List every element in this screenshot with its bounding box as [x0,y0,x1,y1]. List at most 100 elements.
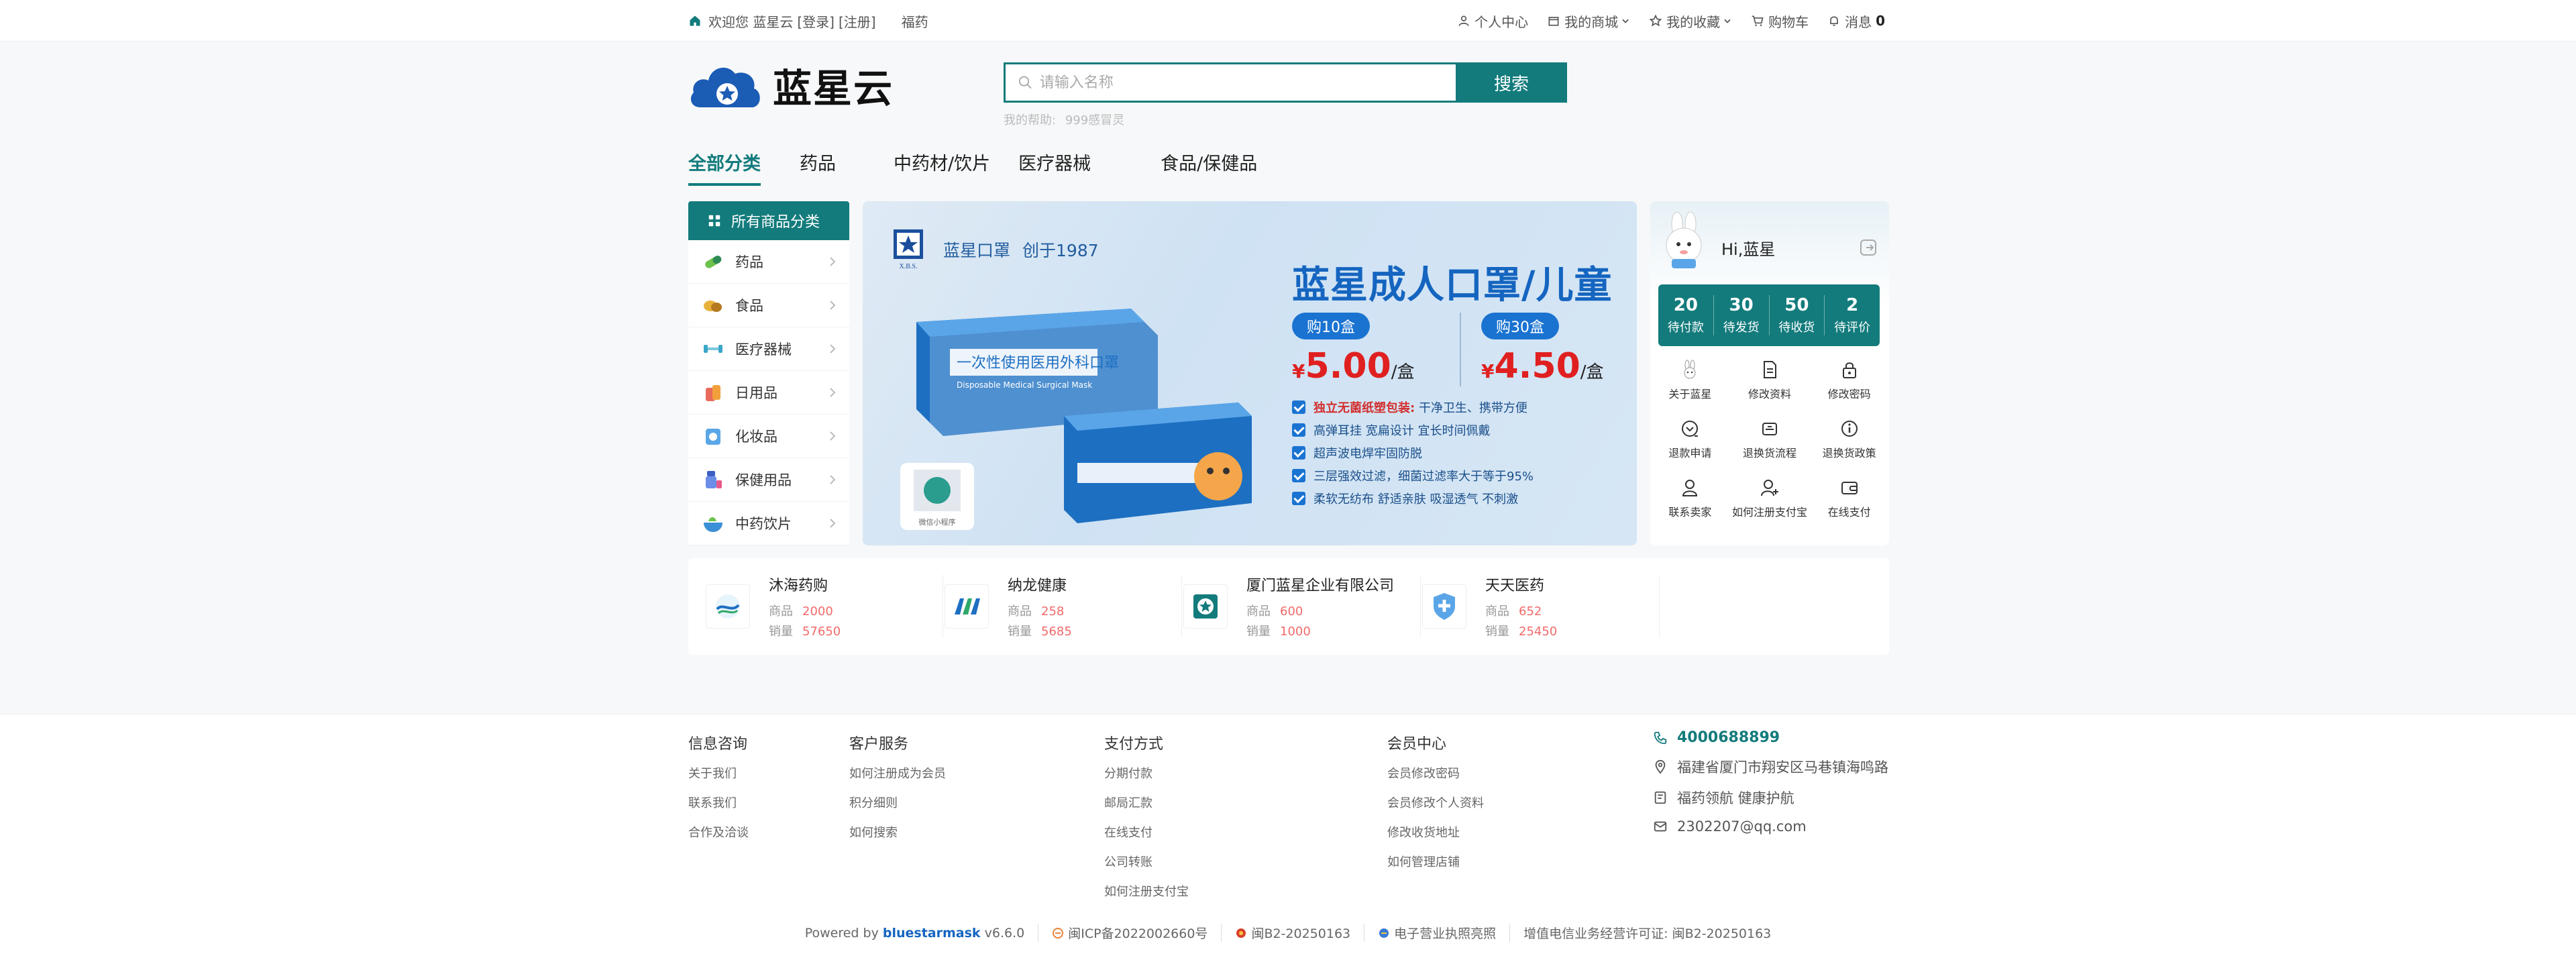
category-label: 保健用品 [735,472,792,488]
my-mall-dropdown[interactable]: 我的商城 [1547,11,1630,31]
logout-icon[interactable] [1860,239,1877,256]
checkbox-icon [1292,446,1305,460]
footer-link[interactable]: 修改收货地址 [1387,823,1484,841]
footer-link[interactable]: 联系我们 [688,794,749,811]
link-about-bluestar[interactable]: 关于蓝星 [1650,360,1730,401]
shop-logo [706,584,750,629]
footer-link[interactable]: 会员修改密码 [1387,764,1484,782]
stat-label: 待发货 [1723,321,1760,335]
shop-goods-label: 商品 [1246,604,1271,619]
shop-sales-label: 销量 [769,625,793,639]
category-label: 日用品 [735,385,777,401]
link-return-policy[interactable]: 退换货政策 [1809,419,1889,460]
tab-food-health[interactable]: 食品/保健品 [1161,149,1257,183]
footer-phone[interactable]: 4000688899 [1653,729,1888,746]
footer-email[interactable]: 2302207@qq.com [1653,818,1888,835]
category-item-herbal-pieces[interactable]: 中药饮片 [688,502,849,545]
site-logo[interactable]: 蓝星云 [688,56,903,114]
search-button[interactable]: 搜索 [1456,62,1567,103]
footer-col-title: 会员中心 [1387,736,1447,753]
footer-col-title: 信息咨询 [688,736,748,753]
footer-link[interactable]: 积分细则 [849,794,946,811]
link-refund-request[interactable]: 退款申请 [1650,419,1730,460]
checkbox-icon [1292,469,1305,482]
search-hint-keyword[interactable]: 999感冒灵 [1065,113,1124,127]
promo-banner[interactable]: X.B.S. 蓝星口罩 创于1987 一次性使用医用外科口罩 Disposable… [863,201,1637,545]
tab-medical-devices[interactable]: 医疗器械 [1018,149,1091,183]
footer-link[interactable]: 如何注册成为会员 [849,764,946,782]
stat-pending-receipt[interactable]: 50 待收货 [1770,295,1825,335]
license-badge-icon [1379,928,1389,938]
business-license[interactable]: 电子营业执照亮照 [1364,924,1496,942]
shop-name[interactable]: 天天医药 [1485,574,1557,595]
footer-link[interactable]: 在线支付 [1104,823,1189,841]
footer-link[interactable]: 合作及洽谈 [688,823,749,841]
my-favorites-dropdown[interactable]: 我的收藏 [1649,11,1732,31]
login-link[interactable]: [登录] [797,11,835,31]
link-register-alipay[interactable]: 如何注册支付宝 [1730,478,1810,519]
link-edit-profile[interactable]: 修改资料 [1730,360,1810,401]
all-categories-header[interactable]: 所有商品分类 [688,201,849,240]
footer-link[interactable]: 会员修改个人资料 [1387,794,1484,811]
shop-card[interactable]: 沐海药购 商品 2000 销量 57650 [704,574,943,639]
category-item-health-products[interactable]: 保健用品 [688,458,849,502]
shop-name[interactable]: 厦门蓝星企业有限公司 [1246,574,1394,595]
tab-all-categories[interactable]: 全部分类 [688,149,761,186]
logo-text: 蓝星云 [773,66,894,111]
category-label: 化妆品 [735,429,777,445]
register-link[interactable]: [注册] [839,11,876,31]
footer-link[interactable]: 如何搜索 [849,823,946,841]
address-text: 福建省厦门市翔安区马巷镇海鸣路 [1677,759,1888,775]
stat-pending-shipment[interactable]: 30 待发货 [1714,295,1770,335]
personal-center-label: 个人中心 [1474,13,1529,30]
home-icon[interactable] [688,14,702,28]
telecom-text: 增值电信业务经营许可证: 闽B2-20250163 [1523,926,1772,941]
shop-sales-label: 销量 [1485,625,1509,639]
footer-link[interactable]: 如何管理店铺 [1387,853,1484,870]
fuyao-link[interactable]: 福药 [902,11,928,31]
shop-card[interactable]: 天天医药 商品 652 销量 25450 [1421,574,1660,639]
link-change-password[interactable]: 修改密码 [1809,360,1889,401]
stat-pending-payment[interactable]: 20 待付款 [1658,295,1714,335]
footer-link[interactable]: 邮局汇款 [1104,794,1189,811]
slogan-text: 福药领航 健康护航 [1677,790,1794,806]
footer-link[interactable]: 如何注册支付宝 [1104,882,1189,900]
stat-number: 30 [1729,295,1754,315]
shop-name[interactable]: 纳龙健康 [1008,574,1072,595]
b2-record[interactable]: 闽B2-20250163 [1221,924,1350,942]
message-count-badge: 0 [1876,13,1885,29]
category-item-food[interactable]: 食品 [688,284,849,327]
shop-card[interactable]: 厦门蓝星企业有限公司 商品 600 销量 1000 [1182,574,1421,639]
feature-text: 三层强效过滤，细菌过滤率大于等于95% [1313,470,1534,484]
link-online-payment[interactable]: 在线支付 [1809,478,1889,519]
footer-link[interactable]: 分期付款 [1104,764,1189,782]
messages-link[interactable]: 消息 0 [1827,11,1885,31]
shop-goods-value: 600 [1280,604,1303,619]
health-products-icon [706,471,722,488]
stat-pending-review[interactable]: 2 待评价 [1825,295,1880,335]
shop-name[interactable]: 沐海药购 [769,574,841,595]
category-item-cosmetics[interactable]: 化妆品 [688,415,849,458]
brand-since: 创于1987 [1022,241,1099,260]
shop-goods-label: 商品 [769,604,793,619]
icp-record[interactable]: 闽ICP备2022002660号 [1038,924,1208,942]
shop-card[interactable]: 纳龙健康 商品 258 销量 5685 [943,574,1182,639]
rabbit-avatar[interactable] [1657,211,1711,271]
powered-brand-link[interactable]: bluestarmask [883,926,981,941]
link-return-process[interactable]: 退换货流程 [1730,419,1810,460]
footer-link[interactable]: 关于我们 [688,764,749,782]
link-contact-seller[interactable]: 联系卖家 [1650,478,1730,519]
cart-link[interactable]: 购物车 [1751,11,1809,31]
search-input[interactable] [1039,74,1456,91]
tab-medicine[interactable]: 药品 [800,149,836,183]
phone-number: 4000688899 [1677,729,1780,746]
tab-herbs[interactable]: 中药材/饮片 [894,149,990,183]
feature-item: 高弹耳挂 宽扁设计 宜长时间佩戴 [1292,419,1534,441]
category-item-daily-goods[interactable]: 日用品 [688,371,849,415]
footer-link[interactable]: 公司转账 [1104,853,1189,870]
category-item-medical-devices[interactable]: 医疗器械 [688,327,849,371]
category-item-medicine[interactable]: 药品 [688,240,849,284]
personal-center-link[interactable]: 个人中心 [1457,11,1528,31]
shop-logo [945,584,989,629]
deal-amount: 5.00 [1305,346,1391,386]
